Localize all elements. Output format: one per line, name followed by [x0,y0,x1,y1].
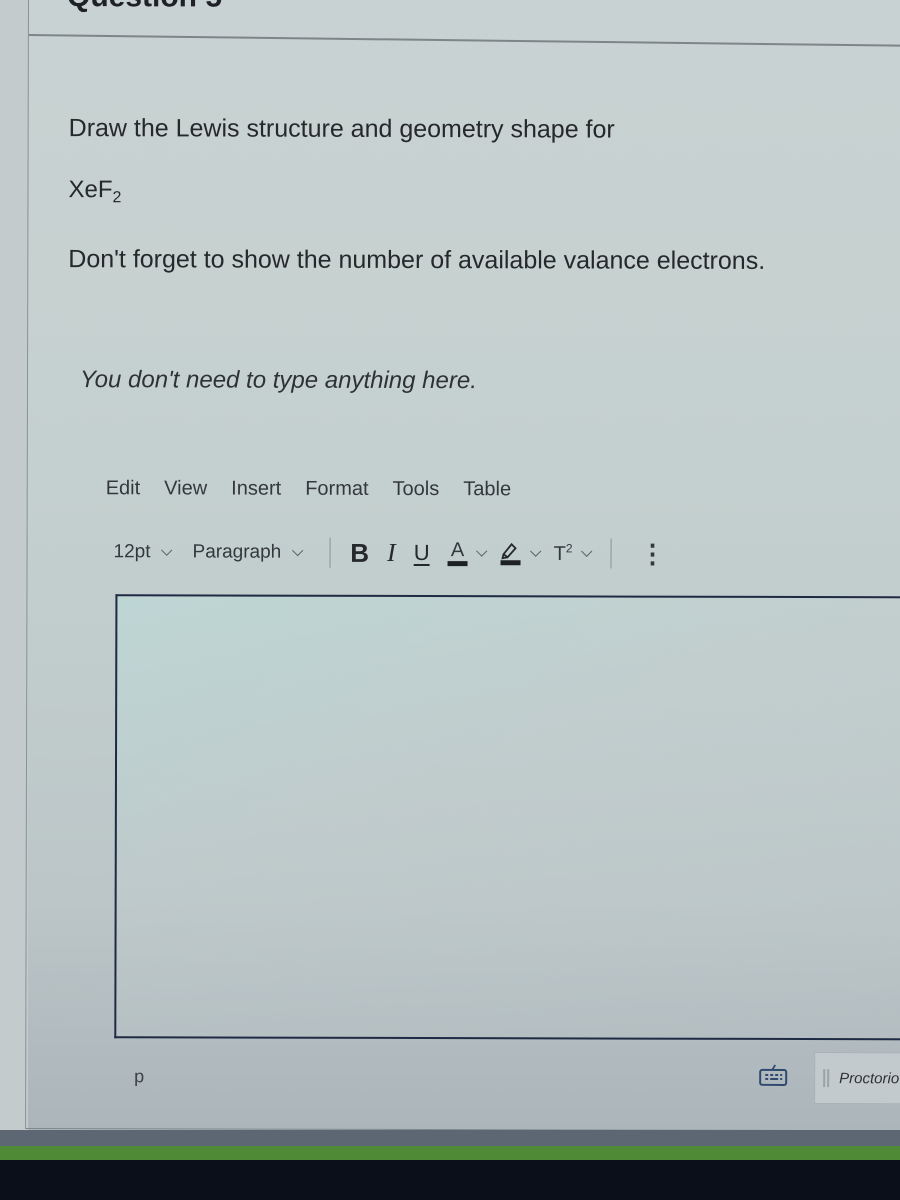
text-color-icon: A [447,538,468,566]
text-color-letter: A [450,538,465,561]
proctorio-notice[interactable]: Proctorio is [814,1052,900,1105]
question-heading: Question 5 [67,0,222,15]
block-format-select[interactable]: Paragraph [192,541,304,563]
menu-edit[interactable]: Edit [104,477,153,500]
toolbar-separator [610,538,612,569]
keyboard-icon[interactable] [758,1064,788,1086]
bold-button[interactable]: B [350,537,369,568]
highlight-color-button[interactable] [500,540,542,566]
superscript-mark: 2 [565,541,573,556]
menu-insert[interactable]: Insert [219,478,293,501]
toolbar-separator [329,537,331,568]
underline-button[interactable]: U [414,540,430,566]
chevron-down-icon [161,544,173,556]
rich-text-editor-area[interactable] [114,594,900,1041]
text-color-button[interactable]: A [447,538,488,566]
font-size-select[interactable]: 12pt [113,541,173,563]
superscript-letter: T [553,542,566,565]
formula-base: XeF [68,176,113,204]
drag-handle-icon[interactable] [823,1069,830,1088]
menu-table[interactable]: Table [451,478,523,501]
more-options-icon[interactable]: ⋮ [639,539,665,569]
chevron-down-icon [291,544,304,557]
highlighter-icon [500,542,521,566]
screen-bottom-edge [0,1160,900,1200]
question-hint: You don't need to type anything here. [79,366,477,395]
menu-format[interactable]: Format [293,478,380,501]
superscript-icon: T2 [554,541,573,566]
font-size-value: 12pt [113,541,151,563]
proctor-status-bar [0,1146,900,1161]
menu-tools[interactable]: Tools [381,478,452,501]
block-format-value: Paragraph [192,541,282,563]
editor-menubar: Edit View Insert Format Tools Table [104,477,523,501]
heading-divider [28,34,900,47]
editor-statusbar: p Proctorio is [114,1048,900,1110]
superscript-button[interactable]: T2 [554,541,593,566]
italic-button[interactable]: I [387,538,396,568]
chemical-formula: XeF2 [68,176,121,207]
chevron-down-icon [476,545,488,557]
left-gutter [0,0,28,1130]
chevron-down-icon [530,545,542,557]
chevron-down-icon [580,545,593,557]
question-prompt: Draw the Lewis structure and geometry sh… [68,114,615,144]
text-color-swatch [447,560,468,566]
proctorio-text: Proctorio is [839,1069,900,1087]
editor-toolbar: 12pt Paragraph B I U A T2 ⋮ [114,535,900,571]
element-path[interactable]: p [134,1066,144,1087]
menu-view[interactable]: View [152,477,219,500]
question-instruction: Don't forget to show the number of avail… [68,245,766,275]
formula-subscript: 2 [112,189,122,207]
question-panel: Question 5 Draw the Lewis structure and … [25,0,900,1132]
